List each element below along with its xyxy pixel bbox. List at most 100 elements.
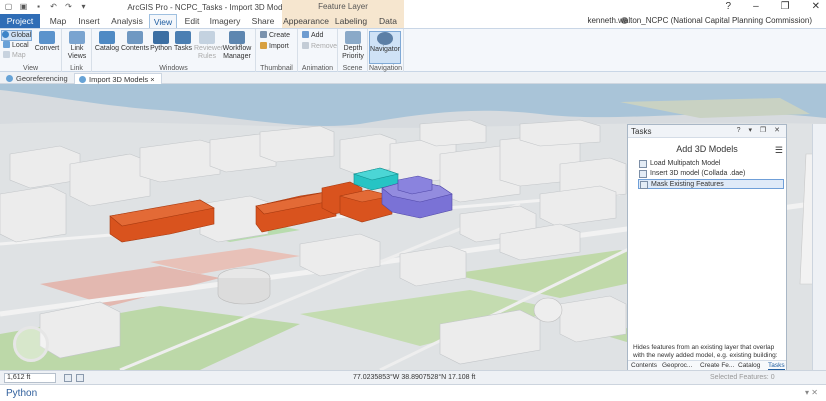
- grid-icon[interactable]: [64, 374, 72, 382]
- tab-analysis[interactable]: Analysis: [108, 14, 146, 28]
- tasks-button[interactable]: Tasks: [172, 31, 194, 53]
- create-thumbnail-button[interactable]: Create: [260, 31, 290, 40]
- window-controls: ? – ❐ ✕: [726, 1, 820, 12]
- group-label-link: Link: [70, 65, 83, 72]
- reviewer-rules-button[interactable]: Reviewer Rules: [194, 31, 223, 61]
- ribbon-group-thumbnail: Create Import Thumbnail: [256, 29, 298, 73]
- remove-animation-icon: [302, 42, 309, 49]
- close-tab-icon[interactable]: ×: [150, 75, 154, 84]
- pane-tab-catalog[interactable]: Catalog: [738, 362, 760, 369]
- side-pane-strip: [812, 124, 826, 370]
- tab-insert[interactable]: Insert: [74, 14, 104, 28]
- remove-animation-button[interactable]: Remove: [302, 42, 337, 51]
- title-bar: ▢ ▣ ▪ ↶ ↷ ▾ ArcGIS Pro - NCPC_Tasks - Im…: [0, 0, 826, 14]
- scale-input[interactable]: 1,612 ft: [4, 373, 56, 383]
- map-icon: [3, 51, 10, 58]
- navigator-wheel[interactable]: [13, 326, 49, 362]
- add-animation-icon: [302, 31, 309, 38]
- tab-view[interactable]: View: [149, 14, 177, 28]
- reviewer-rules-icon: [199, 31, 215, 44]
- tasks-pane: Tasks ? ▾ ❐ ✕ Add 3D Models ☰ Load Multi…: [627, 124, 787, 372]
- pane-tab-contents[interactable]: Contents: [631, 362, 657, 369]
- python-window-title: Python: [6, 388, 38, 399]
- task-step-icon: [639, 160, 647, 168]
- task-title: Add 3D Models ☰: [676, 144, 783, 156]
- task-step-insert-3d-model[interactable]: Insert 3D model (Collada .dae): [638, 169, 784, 179]
- doc-tab-import-3d-models[interactable]: Import 3D Models ×: [74, 73, 162, 84]
- navigator-icon: [377, 32, 393, 45]
- workflow-manager-button[interactable]: Workflow Manager: [220, 31, 254, 61]
- pane-tab-create-features[interactable]: Create Fe...: [700, 362, 734, 369]
- pane-controls[interactable]: ? ▾ ❐ ✕: [737, 126, 783, 134]
- selected-features-count: Selected Features: 0: [710, 374, 775, 381]
- navigator-button[interactable]: Navigator: [369, 31, 401, 64]
- group-label-view: View: [22, 65, 39, 72]
- catalog-icon: [99, 31, 115, 44]
- python-window-controls[interactable]: ▾ ✕: [805, 388, 818, 397]
- workflow-manager-icon: [229, 31, 245, 44]
- tab-appearance[interactable]: Appearance: [282, 14, 330, 28]
- tab-share[interactable]: Share: [248, 14, 278, 28]
- import-thumbnail-button[interactable]: Import: [260, 42, 289, 51]
- tasks-icon: [175, 31, 191, 44]
- doc-tab-georeferencing[interactable]: Georeferencing: [2, 73, 74, 84]
- status-bar: 1,612 ft 77.0235853°W 38.8907528°N 17.10…: [0, 370, 826, 384]
- python-window: Python ▾ ✕: [0, 384, 826, 401]
- tasks-pane-header: Tasks ? ▾ ❐ ✕: [628, 125, 786, 138]
- signed-in-user[interactable]: kenneth.walton_NCPC (National Capital Pl…: [587, 16, 812, 25]
- link-icon: [69, 31, 85, 44]
- tasks-pane-title: Tasks: [631, 127, 652, 136]
- globe-icon: [2, 31, 9, 38]
- pane-tab-tasks[interactable]: Tasks: [768, 362, 785, 370]
- maximize-icon[interactable]: ❐: [781, 1, 790, 12]
- depth-priority-icon: [345, 31, 361, 44]
- group-label-scene: Scene: [342, 65, 363, 72]
- task-description: Hides features from an existing layer th…: [633, 344, 778, 359]
- map-button[interactable]: Map: [3, 51, 26, 60]
- catalog-button[interactable]: Catalog: [94, 31, 120, 53]
- local-scene-icon: [3, 41, 10, 48]
- ribbon-group-link: Link Views Link: [62, 29, 92, 73]
- python-icon: [153, 31, 169, 44]
- scene-icon: [79, 76, 86, 83]
- tab-imagery[interactable]: Imagery: [208, 14, 242, 28]
- tab-map[interactable]: Map: [45, 14, 71, 28]
- menu-icon[interactable]: ☰: [775, 145, 783, 156]
- tab-project[interactable]: Project: [0, 14, 40, 28]
- ribbon-group-animation: Add Remove Animation: [298, 29, 338, 73]
- ribbon-tabs: Project Map Insert Analysis View Edit Im…: [0, 14, 826, 28]
- ribbon: Global Local Map Convert View Link Views…: [0, 28, 826, 73]
- ribbon-group-navigation: Navigator Navigation: [368, 29, 404, 73]
- close-icon[interactable]: ✕: [812, 1, 820, 12]
- add-animation-button[interactable]: Add: [302, 31, 323, 40]
- task-step-icon: [640, 181, 648, 189]
- camera-icon: [260, 31, 267, 38]
- pane-tab-geoprocessing[interactable]: Geoproc...: [662, 362, 692, 369]
- task-step-mask-existing[interactable]: Mask Existing Features: [638, 179, 784, 189]
- link-views-button[interactable]: Link Views: [64, 31, 90, 61]
- convert-icon: [39, 31, 55, 44]
- depth-priority-button[interactable]: Depth Priority: [339, 31, 367, 61]
- group-label-thumbnail: Thumbnail: [260, 65, 293, 72]
- group-label-windows: Windows: [159, 65, 188, 72]
- group-label-navigation: Navigation: [368, 65, 403, 72]
- document-tabs: Georeferencing Import 3D Models ×: [0, 72, 826, 84]
- tab-data[interactable]: Data: [372, 14, 404, 28]
- help-icon[interactable]: ?: [726, 1, 732, 12]
- ribbon-group-windows: Catalog Contents Python Tasks Reviewer R…: [92, 29, 256, 73]
- task-step-icon: [639, 170, 647, 178]
- refresh-icon[interactable]: [76, 374, 84, 382]
- task-step-load-multipatch[interactable]: Load Multipatch Model: [638, 159, 784, 169]
- local-button[interactable]: Local: [3, 41, 29, 50]
- minimize-icon[interactable]: –: [753, 1, 759, 12]
- convert-button[interactable]: Convert: [34, 31, 60, 53]
- ribbon-group-view: Global Local Map Convert View: [0, 29, 62, 73]
- contents-icon: [127, 31, 143, 44]
- contents-button[interactable]: Contents: [121, 31, 149, 53]
- global-button[interactable]: Global: [1, 30, 33, 41]
- python-button[interactable]: Python: [150, 31, 172, 53]
- tab-labeling[interactable]: Labeling: [330, 14, 372, 28]
- scene-icon: [6, 75, 13, 82]
- group-label-animation: Animation: [301, 65, 334, 72]
- tab-edit[interactable]: Edit: [180, 14, 204, 28]
